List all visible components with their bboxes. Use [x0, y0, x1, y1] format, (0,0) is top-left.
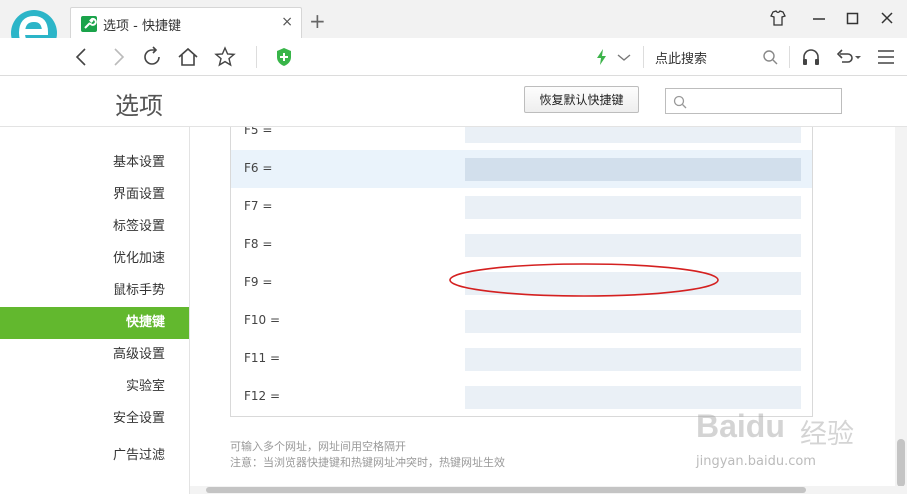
watermark-cn: 经验 — [800, 419, 854, 450]
minimize-icon[interactable] — [806, 6, 832, 30]
baidu-jingyan-watermark: Baidu 经验 jingyan.baidu.com — [696, 396, 896, 476]
search-icon[interactable] — [758, 45, 782, 69]
options-search-input[interactable] — [665, 88, 842, 114]
lightning-icon[interactable] — [590, 45, 614, 69]
sidebar-item-ad-filter[interactable]: 广告过滤 — [0, 440, 189, 472]
tab-close-icon[interactable]: × — [281, 14, 293, 30]
search-engine-label[interactable]: 点此搜索 — [655, 48, 707, 67]
hotkey-label: F6 = — [244, 161, 273, 175]
hotkey-label: F9 = — [244, 275, 273, 289]
sidebar-item-tabs[interactable]: 标签设置 — [0, 211, 189, 243]
menu-icon[interactable] — [874, 45, 898, 69]
hotkey-label: F8 = — [244, 237, 273, 251]
active-tab[interactable]: 选项 - 快捷键 × — [70, 7, 302, 38]
hotkey-label: F11 = — [244, 351, 281, 365]
sidebar-item-security[interactable]: 安全设置 — [0, 403, 189, 435]
favorite-star-icon[interactable] — [213, 45, 237, 69]
horizontal-scrollbar[interactable] — [190, 486, 907, 494]
red-annotation-ellipse — [449, 263, 719, 297]
sidebar-item-lab[interactable]: 实验室 — [0, 371, 189, 403]
hotkey-label: F7 = — [244, 199, 273, 213]
watermark-brand: Baidu — [696, 408, 785, 444]
sidebar-item-basic[interactable]: 基本设置 — [0, 147, 189, 179]
search-icon — [673, 95, 687, 109]
hotkey-url-input[interactable] — [465, 310, 801, 333]
table-row: F5 = — [231, 127, 812, 150]
title-bar: 选项 - 快捷键 × + — [0, 0, 907, 38]
table-row: F10 = — [231, 302, 812, 340]
table-row: F8 = — [231, 226, 812, 264]
hotkey-url-input[interactable] — [465, 234, 801, 257]
sidebar-item-optimization[interactable]: 优化加速 — [0, 243, 189, 275]
multiple-url-hint: 可输入多个网址，网址间用空格隔开 — [230, 440, 406, 453]
tab-title: 选项 - 快捷键 — [103, 19, 181, 34]
settings-sidebar: 基本设置 界面设置 标签设置 优化加速 鼠标手势 快捷键 高级设置 实验室 安全… — [0, 127, 190, 494]
chevron-down-icon[interactable] — [612, 45, 636, 69]
options-header: 选项 恢复默认快捷键 — [0, 77, 907, 127]
back-icon[interactable] — [70, 45, 94, 69]
wrench-icon — [81, 16, 97, 32]
hotkey-url-input[interactable] — [465, 127, 801, 143]
navigation-bar: 点此搜索 — [0, 38, 907, 76]
hotkey-url-input[interactable] — [465, 348, 801, 371]
refresh-icon[interactable] — [140, 45, 164, 69]
table-row: F7 = — [231, 188, 812, 226]
hotkey-label: F5 = — [244, 127, 273, 137]
table-row: F11 = — [231, 340, 812, 378]
table-row: F6 = — [231, 150, 812, 188]
vertical-scroll-thumb[interactable] — [897, 439, 905, 487]
headphones-icon[interactable] — [799, 45, 823, 69]
sidebar-item-interface[interactable]: 界面设置 — [0, 179, 189, 211]
home-icon[interactable] — [176, 45, 200, 69]
conflict-note: 注意：当浏览器快捷键和热键网址冲突时，热键网址生效 — [230, 456, 505, 469]
divider — [789, 46, 790, 68]
restore-default-shortcuts-button[interactable]: 恢复默认快捷键 — [524, 86, 639, 113]
forward-icon[interactable] — [106, 45, 130, 69]
hotkey-label: F12 = — [244, 389, 281, 403]
undo-dropdown-icon[interactable] — [853, 45, 863, 69]
hotkey-url-input[interactable] — [465, 158, 801, 181]
hotkey-url-input[interactable] — [465, 196, 801, 219]
sidebar-item-advanced[interactable]: 高级设置 — [0, 339, 189, 371]
maximize-icon[interactable] — [840, 6, 866, 30]
hotkey-label: F10 = — [244, 313, 281, 327]
new-tab-button[interactable]: + — [309, 9, 326, 33]
vertical-scrollbar[interactable] — [895, 127, 907, 487]
skin-icon[interactable] — [765, 6, 791, 30]
sidebar-item-mouse-gestures[interactable]: 鼠标手势 — [0, 275, 189, 307]
page-title: 选项 — [115, 92, 163, 120]
divider — [643, 46, 644, 68]
horizontal-scroll-thumb[interactable] — [206, 487, 806, 493]
close-window-icon[interactable] — [874, 6, 900, 30]
watermark-url: jingyan.baidu.com — [696, 454, 816, 469]
divider — [256, 46, 257, 68]
shield-plus-icon[interactable] — [272, 45, 296, 69]
sidebar-item-shortcuts[interactable]: 快捷键 — [0, 307, 189, 339]
